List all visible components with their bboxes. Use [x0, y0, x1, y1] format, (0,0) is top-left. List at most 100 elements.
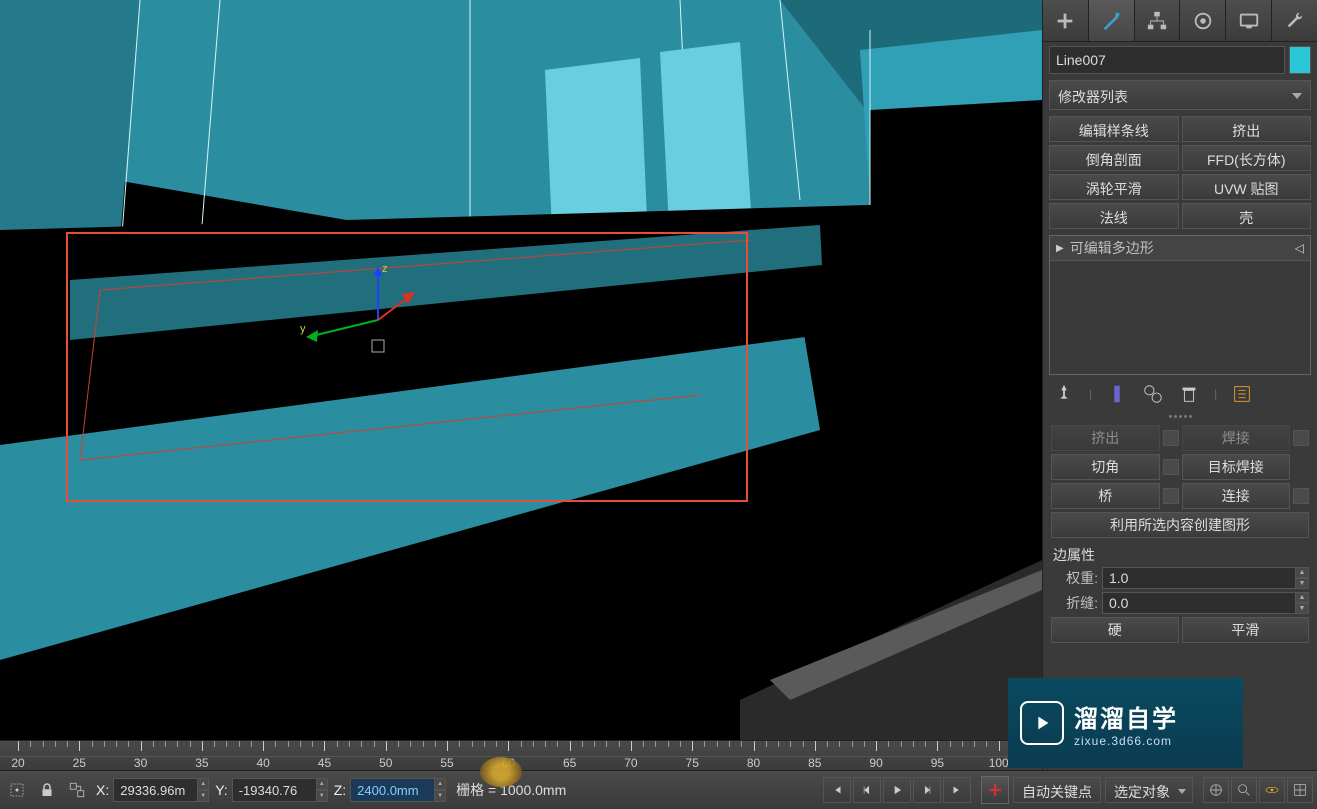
maximize-viewport-icon[interactable]	[1287, 777, 1313, 803]
timeline-label: 90	[869, 756, 882, 770]
play-icon[interactable]	[883, 777, 911, 803]
configure-sets-icon[interactable]	[1231, 383, 1253, 405]
crease-input[interactable]	[1102, 592, 1309, 614]
timeline-label: 55	[440, 756, 453, 770]
weight-input[interactable]	[1102, 567, 1309, 589]
pin-stack-icon[interactable]	[1053, 383, 1075, 405]
btn-shell[interactable]: 壳	[1182, 203, 1312, 229]
timeline-label: 25	[73, 756, 86, 770]
stack-end-icon: ◁	[1295, 241, 1304, 255]
pan-icon[interactable]	[1203, 777, 1229, 803]
btn-uvw-map[interactable]: UVW 贴图	[1182, 174, 1312, 200]
selection-lock-toggle-icon[interactable]	[4, 777, 30, 803]
viewport-scene: z y	[0, 0, 1042, 740]
motion-tab[interactable]	[1180, 0, 1226, 41]
timeline[interactable]: 20253035404550556065707580859095100	[0, 740, 1042, 770]
remove-modifier-icon[interactable]	[1178, 383, 1200, 405]
prev-frame-icon[interactable]	[853, 777, 881, 803]
timeline-label: 70	[624, 756, 637, 770]
coord-x-spinner[interactable]: ▲▼	[197, 778, 209, 802]
btn-ffd-box[interactable]: FFD(长方体)	[1182, 145, 1312, 171]
coord-x-input[interactable]	[113, 778, 209, 802]
coord-z-label: Z:	[332, 782, 348, 798]
btn-turbosmooth[interactable]: 涡轮平滑	[1049, 174, 1179, 200]
modifier-stack[interactable]: ▶ 可编辑多边形 ◁	[1049, 235, 1311, 375]
stack-tools: | |	[1043, 377, 1317, 411]
timeline-label: 65	[563, 756, 576, 770]
separator: |	[1214, 387, 1217, 401]
timeline-label: 95	[931, 756, 944, 770]
timeline-label: 50	[379, 756, 392, 770]
timeline-label: 20	[11, 756, 24, 770]
hierarchy-tab[interactable]	[1135, 0, 1181, 41]
stack-editable-poly[interactable]: ▶ 可编辑多边形 ◁	[1050, 236, 1310, 261]
crease-label: 折缝:	[1051, 593, 1098, 613]
timeline-label: 85	[808, 756, 821, 770]
next-frame-icon[interactable]	[913, 777, 941, 803]
watermark-overlay: 溜溜自学 zixue.3d66.com	[1008, 678, 1243, 768]
btn-extrude-edge[interactable]: 挤出	[1051, 425, 1160, 451]
btn-weld[interactable]: 焊接	[1182, 425, 1291, 451]
watermark-title: 溜溜自学	[1074, 699, 1178, 734]
expand-icon[interactable]: ▶	[1056, 243, 1064, 254]
btn-target-weld[interactable]: 目标焊接	[1182, 454, 1291, 480]
animation-controls: 自动关键点 选定对象	[981, 776, 1193, 804]
watermark-url: zixue.3d66.com	[1074, 734, 1178, 748]
viewport-3d[interactable]: z y	[0, 0, 1042, 740]
status-bar: X: ▲▼ Y: ▲▼ Z: ▲▼ 栅格 = 1000.0mm 自动关键点	[0, 770, 1317, 809]
key-filters-dropdown[interactable]: 选定对象	[1105, 777, 1193, 803]
coord-z-input[interactable]	[350, 778, 446, 802]
modify-tab[interactable]	[1089, 0, 1135, 41]
coord-y-label: Y:	[213, 782, 229, 798]
chamfer-settings-icon[interactable]	[1163, 459, 1179, 475]
display-tab[interactable]	[1226, 0, 1272, 41]
auto-key-button[interactable]: 自动关键点	[1013, 777, 1101, 803]
watermark-play-icon	[1020, 701, 1064, 745]
timeline-label: 100	[989, 756, 1009, 770]
bridge-settings-icon[interactable]	[1163, 488, 1179, 504]
set-keys-icon[interactable]	[981, 776, 1009, 804]
goto-end-icon[interactable]	[943, 777, 971, 803]
goto-start-icon[interactable]	[823, 777, 851, 803]
object-color-swatch[interactable]	[1289, 46, 1311, 74]
btn-hard[interactable]: 硬	[1051, 617, 1179, 643]
btn-chamfer[interactable]: 切角	[1051, 454, 1160, 480]
utilities-tab[interactable]	[1272, 0, 1317, 41]
btn-connect[interactable]: 连接	[1182, 483, 1291, 509]
weld-settings-icon[interactable]	[1293, 430, 1309, 446]
weight-label: 权重:	[1051, 568, 1098, 588]
timeline-label: 75	[686, 756, 699, 770]
edit-edges-rollout: 挤出 焊接 切角 目标焊接 桥 连接 利用所选内容创建图形 边属性 权重: ▲▼	[1043, 421, 1317, 647]
crease-spinner[interactable]: ▲▼	[1295, 592, 1309, 614]
coord-z-spinner[interactable]: ▲▼	[434, 778, 446, 802]
transport-controls	[823, 777, 971, 803]
absolute-transform-icon[interactable]	[64, 777, 90, 803]
btn-bridge[interactable]: 桥	[1051, 483, 1160, 509]
modifier-shortcuts: 编辑样条线 挤出 倒角剖面 FFD(长方体) 涡轮平滑 UVW 贴图 法线 壳	[1043, 112, 1317, 233]
extrude-settings-icon[interactable]	[1163, 430, 1179, 446]
btn-extrude[interactable]: 挤出	[1182, 116, 1312, 142]
btn-create-shape[interactable]: 利用所选内容创建图形	[1051, 512, 1309, 538]
coord-y-spinner[interactable]: ▲▼	[316, 778, 328, 802]
btn-normal[interactable]: 法线	[1049, 203, 1179, 229]
zoom-icon[interactable]	[1231, 777, 1257, 803]
btn-chamfer-profile[interactable]: 倒角剖面	[1049, 145, 1179, 171]
orbit-icon[interactable]	[1259, 777, 1285, 803]
key-filter-label: 选定对象	[1114, 784, 1170, 800]
timeline-label: 45	[318, 756, 331, 770]
svg-text:y: y	[300, 323, 306, 335]
show-end-result-icon[interactable]	[1106, 383, 1128, 405]
modifier-list-dropdown[interactable]: 修改器列表	[1049, 80, 1311, 110]
make-unique-icon[interactable]	[1142, 383, 1164, 405]
lock-icon[interactable]	[34, 777, 60, 803]
command-panel-tabs	[1043, 0, 1317, 42]
coord-y-input[interactable]	[232, 778, 328, 802]
object-name-input[interactable]	[1049, 46, 1285, 74]
coord-x: X: ▲▼	[94, 778, 209, 802]
weight-spinner[interactable]: ▲▼	[1295, 567, 1309, 589]
connect-settings-icon[interactable]	[1293, 488, 1309, 504]
btn-smooth[interactable]: 平滑	[1182, 617, 1310, 643]
create-tab[interactable]	[1043, 0, 1089, 41]
btn-edit-spline[interactable]: 编辑样条线	[1049, 116, 1179, 142]
rollout-drag-bar[interactable]	[1043, 411, 1317, 421]
